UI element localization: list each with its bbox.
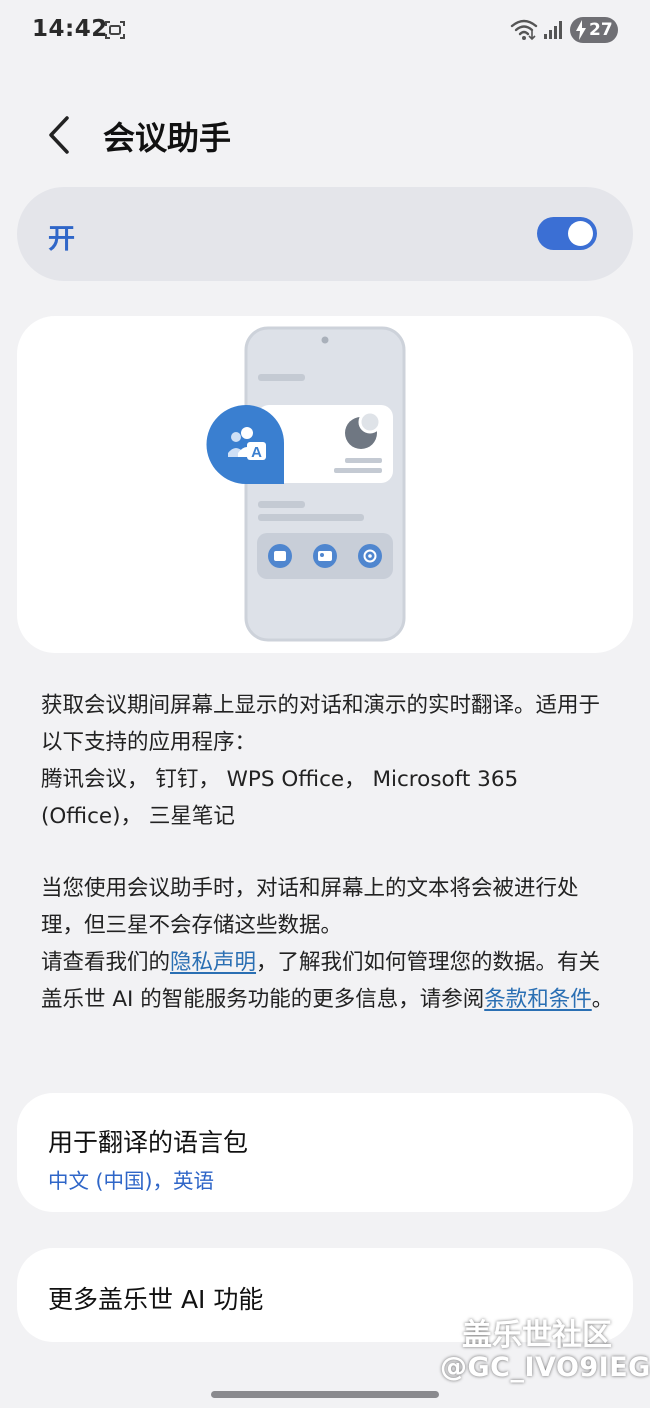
language-pack-value: 中文 (中国)，英语 (48, 1169, 215, 1193)
meeting-assistant-screen: 14:42 27 会议助手 开 A 获取会议期间屏幕上显示的对话和演示的实时翻译… (0, 0, 650, 1408)
toggle-label: 开 (48, 224, 75, 255)
description-text: 获取会议期间屏幕上显示的对话和演示的实时翻译。适用于以下支持的应用程序： (41, 693, 601, 755)
svg-text:A: A (251, 444, 262, 461)
privacy-description: 当您使用会议助手时，对话和屏幕上的文本将会被进行处理，但三星不会存储这些数据。 … (41, 870, 616, 1018)
home-indicator[interactable] (211, 1391, 439, 1398)
master-switch[interactable] (537, 217, 597, 250)
master-toggle-row[interactable]: 开 (17, 187, 633, 281)
illustration-graphic: A (206, 326, 406, 642)
status-bar: 14:42 27 (0, 0, 650, 60)
status-time: 14:42 (32, 16, 108, 42)
placeholder-line (258, 374, 305, 381)
terms-link[interactable]: 条款和条件 (484, 987, 592, 1012)
watermark-user: @GC_IVO9IEG (440, 1352, 650, 1383)
switch-knob (568, 221, 593, 246)
feature-illustration: A (17, 316, 633, 653)
language-pack-item[interactable]: 用于翻译的语言包 中文 (中国)，英语 (17, 1093, 633, 1212)
signal-icon (544, 21, 562, 39)
charging-bolt-icon (576, 20, 586, 40)
chevron-left-icon (49, 116, 69, 154)
people-translate-icon (206, 405, 284, 484)
privacy-notice-link[interactable]: 隐私声明 (170, 950, 256, 975)
more-ai-features-title: 更多盖乐世 AI 功能 (48, 1285, 264, 1314)
supported-apps: 腾讯会议， 钉钉， WPS Office， Microsoft 365 (Off… (41, 767, 519, 829)
privacy-text-before: 请查看我们的 (41, 950, 171, 975)
watermark-brand: 盖乐世社区 (462, 1318, 612, 1353)
page-title: 会议助手 (103, 119, 232, 157)
privacy-text-after: 。 (591, 987, 614, 1012)
language-pack-title: 用于翻译的语言包 (48, 1128, 249, 1157)
back-button[interactable] (40, 112, 80, 158)
screen-recorder-icon (105, 21, 125, 39)
feature-description: 获取会议期间屏幕上显示的对话和演示的实时翻译。适用于以下支持的应用程序： 腾讯会… (41, 687, 616, 835)
phone-camera (321, 336, 329, 344)
battery-percent: 27 (589, 20, 613, 40)
processing-note: 当您使用会议助手时，对话和屏幕上的文本将会被进行处理，但三星不会存储这些数据。 (41, 876, 579, 938)
wifi-icon (510, 19, 538, 41)
battery-indicator: 27 (570, 17, 618, 43)
privacy-terms-note: 请查看我们的隐私声明，了解我们如何管理您的数据。有关盖乐世 AI 的智能服务功能… (41, 944, 616, 1018)
